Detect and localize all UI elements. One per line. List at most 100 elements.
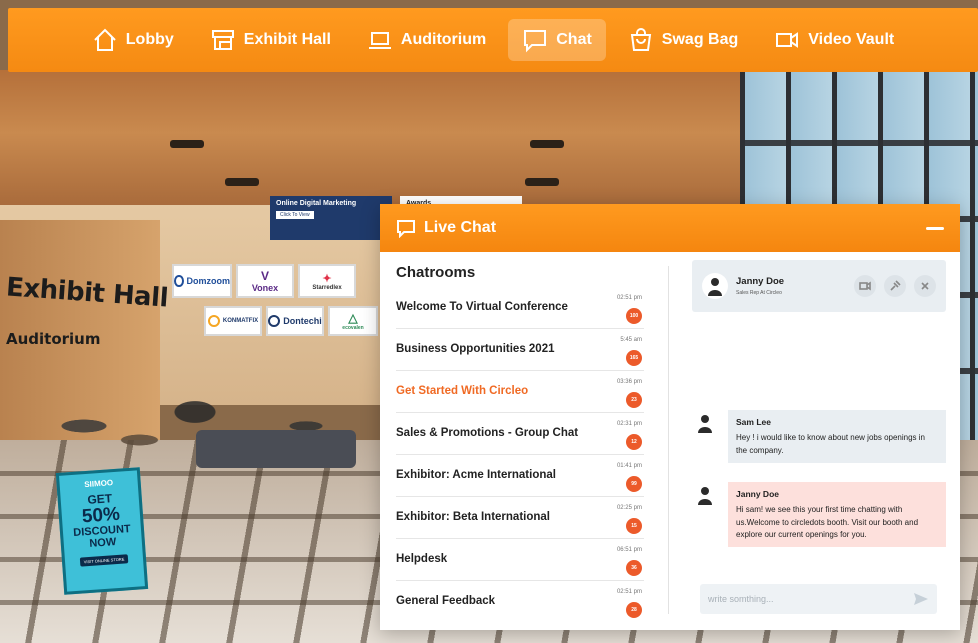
top-nav: Lobby Exhibit Hall Auditorium Chat Swag …	[8, 8, 978, 72]
logo-mark	[207, 315, 220, 327]
message-text: Hey ! i would like to know about new job…	[736, 433, 925, 455]
video-icon	[859, 281, 871, 291]
nav-video-vault[interactable]: Video Vault	[760, 19, 908, 61]
nav-label: Auditorium	[400, 31, 487, 48]
send-icon[interactable]	[913, 591, 929, 607]
banner-digital-marketing[interactable]: Online Digital Marketing Click To View	[270, 196, 392, 240]
logo-text: Domzoom	[186, 276, 231, 286]
unread-badge: 165	[626, 350, 642, 366]
logo-starredlex[interactable]: ✦ Starredlex	[298, 264, 356, 298]
logo-text: ecovalen	[342, 325, 364, 331]
chatroom-time: 03:36 pm	[616, 379, 642, 385]
contact-role: Sales Rep At Circleo	[736, 290, 782, 296]
unread-badge: 100	[626, 308, 642, 324]
logo-text: Dontechi	[283, 316, 322, 326]
chatroom-item[interactable]: Helpdesk 06:51 pm 36	[396, 539, 644, 581]
visit-store-button[interactable]: VISIT ONLINE STORE	[79, 554, 129, 567]
message-sender: Sam Lee	[736, 417, 771, 427]
unread-badge: 28	[626, 602, 642, 618]
unread-badge: 23	[626, 392, 642, 408]
person-icon	[698, 415, 712, 433]
nav-label: Lobby	[125, 31, 174, 48]
banner-cta: Click To View	[276, 211, 314, 220]
message-sender: Janny Doe	[736, 489, 779, 499]
close-button[interactable]	[914, 275, 936, 297]
live-chat-panel: Live Chat Chatrooms Welcome To Virtual C…	[380, 204, 960, 630]
chatroom-time: 01:41 pm	[616, 463, 642, 469]
chatroom-name: Business Opportunities 2021	[396, 343, 555, 355]
video-icon	[776, 32, 799, 48]
avatar	[692, 482, 718, 508]
chatroom-item[interactable]: Exhibitor: Beta International 02:25 pm 1…	[396, 497, 644, 539]
chat-icon	[524, 30, 547, 53]
chat-header: Live Chat	[380, 204, 960, 252]
avatar	[692, 410, 718, 436]
chatrooms-title: Chatrooms	[396, 264, 476, 281]
message-bubble: Janny Doe Hi sam! we see this your first…	[728, 482, 946, 548]
chatroom-name: Welcome To Virtual Conference	[396, 301, 568, 313]
chat-message: Sam Lee Hey ! i would like to know about…	[692, 410, 946, 463]
nav-exhibit-hall[interactable]: Exhibit Hall	[196, 19, 345, 61]
contact-info: Janny Doe Sales Rep At Circleo	[736, 276, 846, 296]
nav-chat[interactable]: Chat	[508, 19, 606, 61]
nav-label: Video Vault	[808, 31, 895, 48]
unread-badge: 99	[626, 476, 642, 492]
chatroom-time: 02:51 pm	[616, 295, 642, 301]
star-icon: ✦	[322, 272, 332, 285]
chat-message: Janny Doe Hi sam! we see this your first…	[692, 482, 946, 548]
person-icon	[698, 487, 712, 505]
nav-swag-bag[interactable]: Swag Bag	[614, 19, 752, 61]
message-input[interactable]	[708, 594, 913, 604]
chatrooms-list: Chatrooms Welcome To Virtual Conference …	[396, 264, 644, 623]
chatroom-item-active[interactable]: Get Started With Circleo 03:36 pm 23	[396, 371, 644, 413]
chatroom-time: 02:51 pm	[616, 589, 642, 595]
minimize-icon[interactable]	[926, 226, 944, 230]
chat-icon	[397, 220, 415, 238]
chatroom-name: Get Started With Circleo	[396, 385, 529, 397]
logo-ecovalen[interactable]: △ ecovalen	[328, 306, 378, 336]
chatroom-item[interactable]: Business Opportunities 2021 5:45 am 165	[396, 329, 644, 371]
conversation-pane: Janny Doe Sales Rep At Circleo Sam Lee H…	[692, 260, 946, 620]
pin-button[interactable]	[884, 275, 906, 297]
nav-label: Chat	[556, 31, 592, 48]
nav-auditorium[interactable]: Auditorium	[353, 19, 500, 61]
booth-icon	[211, 30, 234, 50]
logo-text: Starredlex	[312, 284, 342, 291]
promo-sign[interactable]: SIIMOO GET 50% DISCOUNT NOW VISIT ONLINE…	[55, 467, 149, 595]
chatroom-item[interactable]: General Feedback 02:51 pm 28	[396, 581, 644, 623]
chatroom-name: Helpdesk	[396, 553, 448, 565]
triangle-icon: △	[348, 311, 358, 325]
unread-badge: 12	[626, 434, 642, 450]
logo-mark	[174, 275, 184, 287]
video-call-button[interactable]	[854, 275, 876, 297]
chatroom-name: General Feedback	[396, 595, 496, 607]
person-icon	[708, 278, 722, 296]
nav-label: Swag Bag	[661, 31, 739, 48]
contact-name: Janny Doe	[736, 276, 785, 287]
chatroom-item[interactable]: Sales & Promotions - Group Chat 02:31 pm…	[396, 413, 644, 455]
logo-dontechi[interactable]: Dontechi	[266, 306, 324, 336]
banner-title: Online Digital Marketing	[276, 200, 357, 207]
chat-title: Live Chat	[424, 219, 497, 236]
message-bubble: Sam Lee Hey ! i would like to know about…	[728, 410, 946, 463]
logo-text: KONMATFIX	[222, 318, 259, 324]
chatroom-name: Exhibitor: Beta International	[396, 511, 550, 523]
logo-text: Vonex	[251, 283, 279, 293]
chatroom-time: 02:25 pm	[616, 505, 642, 511]
chatroom-time: 06:51 pm	[616, 547, 642, 553]
logo-domzoom[interactable]: Domzoom	[172, 264, 232, 298]
pin-icon	[890, 280, 901, 291]
logo-mark	[268, 315, 281, 327]
chatroom-item[interactable]: Welcome To Virtual Conference 02:51 pm 1…	[396, 287, 644, 329]
nav-lobby[interactable]: Lobby	[78, 19, 188, 61]
nav-label: Exhibit Hall	[243, 31, 331, 48]
logo-konmatfix[interactable]: KONMATFIX	[204, 306, 262, 336]
chatroom-item[interactable]: Exhibitor: Acme International 01:41 pm 9…	[396, 455, 644, 497]
ceiling-light	[170, 140, 204, 148]
ceiling-light	[525, 178, 559, 186]
sofa	[196, 430, 356, 468]
unread-badge: 36	[626, 560, 642, 576]
logo-vonex[interactable]: V Vonex	[236, 264, 294, 298]
vonex-mark: V	[260, 269, 269, 283]
close-icon	[921, 282, 929, 290]
